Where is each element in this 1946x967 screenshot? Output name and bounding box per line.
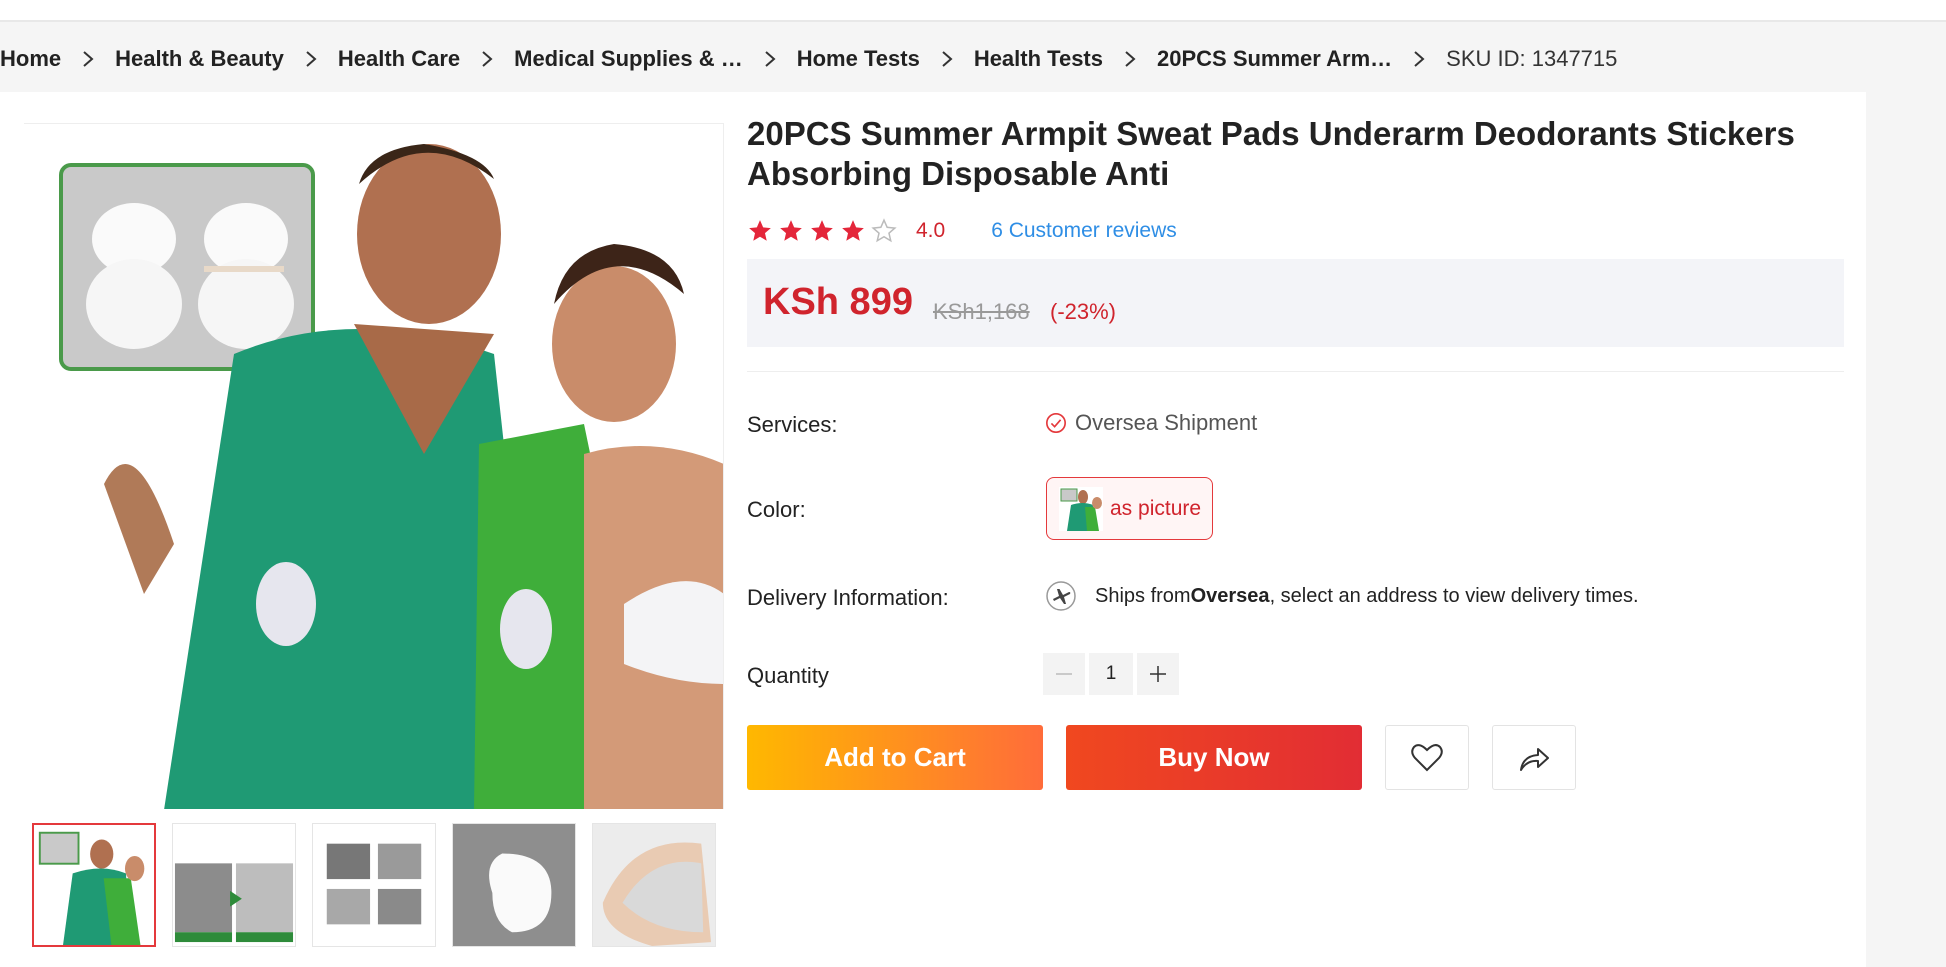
services-label: Services: (747, 412, 838, 437)
share-icon (1520, 747, 1549, 771)
product-main-image[interactable] (24, 123, 724, 809)
top-bar (0, 0, 1946, 22)
plus-icon (1150, 666, 1166, 682)
breadcrumb-health-care[interactable]: Health Care (338, 46, 460, 72)
color-swatch-image (1059, 486, 1103, 531)
increase-quantity-button[interactable] (1137, 653, 1179, 695)
service-item: Oversea Shipment (1045, 410, 1257, 436)
breadcrumb: Home Health & Beauty Health Care Medical… (0, 44, 1617, 74)
chevron-right-icon (460, 50, 514, 68)
rating-value: 4.0 (916, 219, 946, 242)
star-icon (842, 220, 864, 241)
color-value: as picture (1110, 496, 1202, 520)
chevron-right-icon (61, 50, 115, 68)
minus-icon (1056, 673, 1072, 675)
thumbnail-1[interactable] (32, 823, 156, 947)
color-option-selected[interactable]: as picture (1046, 477, 1213, 540)
rating: 4.0 6 Customer reviews (747, 216, 1177, 246)
decrease-quantity-button[interactable] (1043, 653, 1085, 695)
divider (747, 371, 1844, 372)
thumbnail-4[interactable] (452, 823, 576, 947)
star-icon (749, 220, 771, 241)
original-price: KSh1,168 (933, 299, 1030, 324)
chevron-right-icon (920, 50, 974, 68)
star-icon (780, 220, 802, 241)
delivery-origin: Oversea (1190, 584, 1270, 607)
check-circle-icon (1046, 413, 1066, 433)
wishlist-button[interactable] (1385, 725, 1469, 790)
thumbnail-strip (32, 823, 716, 947)
thumbnail-5[interactable] (592, 823, 716, 947)
star-icon (811, 220, 833, 241)
breadcrumb-health-beauty[interactable]: Health & Beauty (115, 46, 284, 72)
quantity-input[interactable] (1089, 653, 1133, 695)
color-label: Color: (747, 497, 806, 522)
sku-id: SKU ID: 1347715 (1446, 46, 1618, 71)
star-empty-icon (871, 218, 897, 243)
customer-reviews-link[interactable]: 6 Customer reviews (991, 219, 1177, 243)
service-value: Oversea Shipment (1075, 410, 1258, 435)
delivery-label: Delivery Information: (747, 585, 949, 610)
delivery-prefix: Ships from (1095, 584, 1191, 607)
breadcrumb-home-tests[interactable]: Home Tests (797, 46, 920, 72)
buy-now-button[interactable]: Buy Now (1066, 725, 1362, 790)
airplane-icon (1046, 581, 1076, 611)
chevron-right-icon (1103, 50, 1157, 68)
quantity-stepper (1043, 653, 1179, 695)
delivery-suffix: , select an address to view delivery tim… (1269, 584, 1639, 607)
current-price: KSh 899 (763, 281, 913, 323)
breadcrumb-product[interactable]: 20PCS Summer Arm… (1157, 46, 1392, 72)
breadcrumb-health-tests[interactable]: Health Tests (974, 46, 1103, 72)
product-title: 20PCS Summer Armpit Sweat Pads Underarm … (747, 115, 1795, 192)
chevron-right-icon (1392, 50, 1446, 68)
thumbnail-3[interactable] (312, 823, 436, 947)
add-to-cart-button[interactable]: Add to Cart (747, 725, 1043, 790)
thumbnail-2[interactable] (172, 823, 296, 947)
chevron-right-icon (743, 50, 797, 68)
delivery-info: Ships from Oversea, select an address to… (1045, 580, 1639, 612)
breadcrumb-home[interactable]: Home (0, 46, 61, 72)
heart-icon (1411, 743, 1443, 771)
discount-badge: (-23%) (1050, 299, 1117, 324)
breadcrumb-medical-supplies[interactable]: Medical Supplies & … (514, 46, 743, 72)
chevron-right-icon (284, 50, 338, 68)
share-button[interactable] (1492, 725, 1576, 790)
quantity-label: Quantity (747, 663, 829, 688)
price-box: KSh 899 KSh1,168 (-23%) (747, 259, 1844, 347)
